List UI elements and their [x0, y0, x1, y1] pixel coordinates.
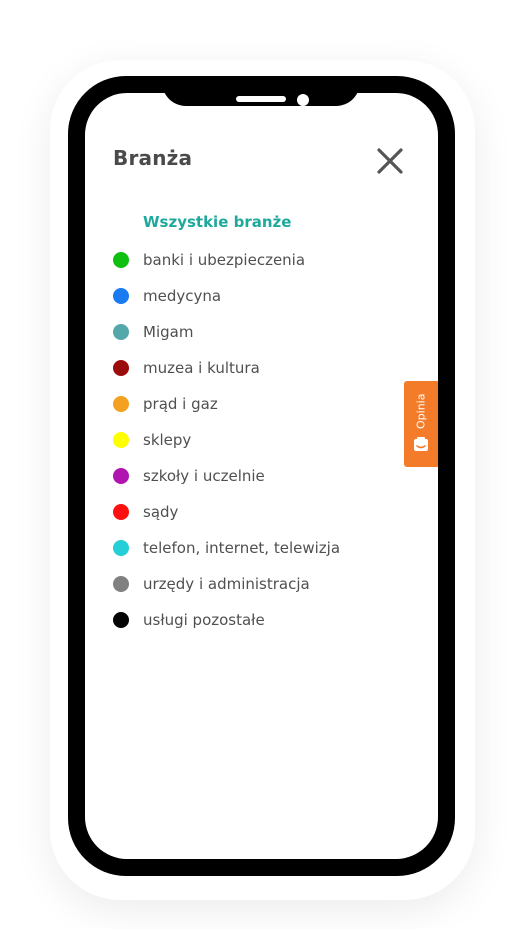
industry-item[interactable]: sądy: [113, 494, 340, 530]
all-industries-link[interactable]: Wszystkie branże: [143, 213, 291, 231]
color-dot: [113, 360, 129, 376]
panel-title: Branża: [113, 146, 193, 170]
color-dot: [113, 576, 129, 592]
color-dot: [113, 252, 129, 268]
color-dot: [113, 396, 129, 412]
industry-item[interactable]: sklepy: [113, 422, 340, 458]
industry-item[interactable]: medycyna: [113, 278, 340, 314]
industry-item[interactable]: usługi pozostałe: [113, 602, 340, 638]
chat-icon: [414, 437, 428, 451]
industry-label: medycyna: [143, 287, 222, 305]
industry-label: Migam: [143, 323, 194, 341]
industry-label: sądy: [143, 503, 179, 521]
color-dot: [113, 432, 129, 448]
close-icon: [377, 148, 403, 174]
industry-list: banki i ubezpieczenia medycyna Migam muz…: [113, 242, 340, 638]
industry-label: telefon, internet, telewizja: [143, 539, 341, 557]
phone-speaker: [236, 96, 286, 102]
industry-label: szkoły i uczelnie: [143, 467, 265, 485]
industry-item[interactable]: szkoły i uczelnie: [113, 458, 340, 494]
industry-label: urzędy i administracja: [143, 575, 310, 593]
industry-item[interactable]: telefon, internet, telewizja: [113, 530, 340, 566]
color-dot: [113, 468, 129, 484]
industry-item[interactable]: prąd i gaz: [113, 386, 340, 422]
industry-item[interactable]: muzea i kultura: [113, 350, 340, 386]
industry-label: usługi pozostałe: [143, 611, 265, 629]
color-dot: [113, 324, 129, 340]
industry-item[interactable]: Migam: [113, 314, 340, 350]
feedback-tab[interactable]: Opinia: [404, 381, 438, 467]
industry-label: prąd i gaz: [143, 395, 218, 413]
industry-label: muzea i kultura: [143, 359, 260, 377]
phone-camera: [297, 94, 309, 106]
color-dot: [113, 612, 129, 628]
color-dot: [113, 288, 129, 304]
feedback-label: Opinia: [414, 393, 428, 429]
industry-item[interactable]: banki i ubezpieczenia: [113, 242, 340, 278]
industry-label: banki i ubezpieczenia: [143, 251, 306, 269]
industry-item[interactable]: urzędy i administracja: [113, 566, 340, 602]
close-button[interactable]: [374, 145, 406, 177]
industry-label: sklepy: [143, 431, 192, 449]
color-dot: [113, 504, 129, 520]
color-dot: [113, 540, 129, 556]
